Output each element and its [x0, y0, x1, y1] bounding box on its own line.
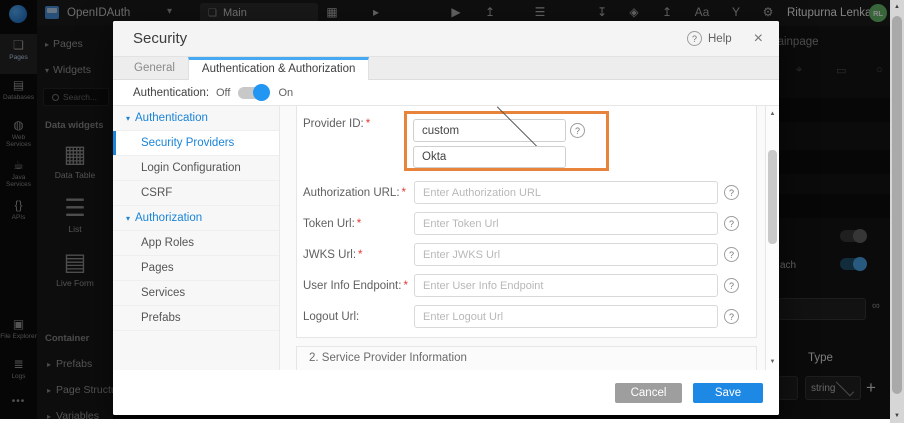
- security-nav-item[interactable]: ▾ Authentication: [113, 106, 279, 131]
- help-icon[interactable]: ?: [570, 123, 585, 138]
- scroll-down-icon[interactable]: ▼: [766, 359, 779, 365]
- chevron-down-icon: ▾: [126, 214, 130, 223]
- chevron-down-icon: ▾: [126, 114, 130, 123]
- security-nav-label: Prefabs: [141, 312, 181, 324]
- provider-id-label: Provider ID:*: [303, 118, 370, 130]
- security-nav-item[interactable]: ▾CSRF: [113, 181, 279, 206]
- security-nav-label: Login Configuration: [141, 162, 241, 174]
- url-input[interactable]: [414, 243, 718, 266]
- url-input[interactable]: [414, 305, 718, 328]
- dialog-header: Security ? Help ×: [113, 21, 779, 57]
- dialog-header-actions: ? Help ×: [687, 31, 763, 47]
- security-nav-item[interactable]: ▾Services: [113, 281, 279, 306]
- field-label: Token Url:*: [303, 218, 414, 230]
- security-nav-item[interactable]: ▾Security Providers: [113, 131, 279, 156]
- dialog-footer: Cancel Save: [113, 370, 779, 415]
- help-icon[interactable]: ?: [724, 216, 739, 231]
- toggle-knob: [253, 84, 270, 101]
- form-row: Logout Url:* ?: [297, 301, 756, 332]
- scrollbar-thumb[interactable]: [892, 16, 902, 394]
- provider-id-select[interactable]: custom: [413, 119, 566, 142]
- field-label: Authorization URL:*: [303, 187, 414, 199]
- window-scrollbar[interactable]: ▲ ▼: [890, 0, 904, 423]
- form-row: Token Url:* ?: [297, 208, 756, 239]
- field-label: Logout Url:*: [303, 311, 414, 323]
- security-nav: ▾Authentication ▾Security Providers ▾Log…: [113, 106, 280, 370]
- dialog-title: Security: [133, 30, 187, 47]
- scrollbar-thumb[interactable]: [768, 150, 777, 244]
- toggle-off-label: Off: [216, 87, 230, 99]
- dialog-tab[interactable]: Authentication & Authorization: [188, 57, 369, 80]
- authentication-toggle[interactable]: [238, 87, 268, 99]
- security-nav-label: CSRF: [141, 187, 172, 199]
- security-nav-item[interactable]: ▾App Roles: [113, 231, 279, 256]
- help-icon[interactable]: ?: [724, 278, 739, 293]
- url-input[interactable]: [414, 181, 718, 204]
- form-row: User Info Endpoint:* ?: [297, 270, 756, 301]
- dialog-body: ▾Authentication ▾Security Providers ▾Log…: [113, 105, 779, 370]
- authentication-toggle-row: Authentication: Off On: [113, 80, 779, 105]
- close-icon[interactable]: ×: [754, 31, 763, 47]
- url-fields: Authorization URL:* ? Token Url:*: [297, 177, 756, 332]
- security-dialog: Security ? Help × General Authentication…: [113, 21, 779, 415]
- scroll-up-icon[interactable]: ▲: [890, 4, 904, 10]
- form-row: JWKS Url:* ?: [297, 239, 756, 270]
- field-label-text: Token Url:: [303, 218, 355, 230]
- highlight-box: custom ?: [404, 111, 609, 171]
- field-label-text: Authorization URL:: [303, 187, 400, 199]
- security-nav-item[interactable]: ▾Login Configuration: [113, 156, 279, 181]
- url-input[interactable]: [414, 274, 718, 297]
- service-provider-section[interactable]: 2. Service Provider Information: [296, 346, 757, 370]
- field-label-text: User Info Endpoint:: [303, 280, 401, 292]
- help-icon[interactable]: ?: [724, 247, 739, 262]
- required-star: *: [366, 118, 370, 130]
- url-input[interactable]: [414, 212, 718, 235]
- form-scrollbar[interactable]: ▲ ▼: [765, 106, 779, 370]
- security-nav-item[interactable]: ▾Prefabs: [113, 306, 279, 331]
- cancel-button[interactable]: Cancel: [615, 383, 682, 403]
- scroll-down-icon[interactable]: ▼: [890, 413, 904, 419]
- app-screen: OpenIDAuth ▾ ❏ Main ▦ ▸ ▶ ↥ ☰ ↧ ◈ ↥ Aa Y…: [0, 0, 904, 423]
- field-label-text: Logout Url:: [303, 311, 359, 323]
- security-nav-label: Pages: [141, 262, 174, 274]
- help-icon[interactable]: ?: [724, 309, 739, 324]
- toggle-on-label: On: [278, 87, 293, 99]
- required-star: *: [358, 249, 362, 261]
- required-star: *: [402, 187, 406, 199]
- dialog-tabs: General Authentication & Authorization: [113, 57, 779, 80]
- form-row: Authorization URL:* ?: [297, 177, 756, 208]
- security-nav-item[interactable]: ▾Pages: [113, 256, 279, 281]
- field-label-text: JWKS Url:: [303, 249, 356, 261]
- security-nav-label: Services: [141, 287, 185, 299]
- provider-form: Provider ID:* custom ?: [280, 106, 779, 370]
- save-button[interactable]: Save: [693, 383, 763, 403]
- window-bottom-edge: [0, 419, 890, 423]
- security-nav-label: App Roles: [141, 237, 194, 249]
- scroll-up-icon[interactable]: ▲: [766, 111, 779, 117]
- required-star: *: [403, 280, 407, 292]
- authentication-label: Authentication:: [133, 87, 216, 99]
- security-nav-label: Authentication: [135, 112, 208, 124]
- help-link[interactable]: Help: [708, 33, 732, 45]
- provider-id-value: custom: [422, 125, 489, 137]
- required-star: *: [357, 218, 361, 230]
- security-nav-item[interactable]: ▾ Authorization: [113, 206, 279, 231]
- security-nav-label: Security Providers: [141, 137, 234, 149]
- help-icon[interactable]: ?: [687, 31, 702, 46]
- dialog-tab[interactable]: General: [121, 57, 188, 79]
- custom-provider-input[interactable]: [413, 146, 566, 168]
- field-label: User Info Endpoint:*: [303, 280, 414, 292]
- field-label-text: Provider ID:: [303, 118, 364, 130]
- field-label: JWKS Url:*: [303, 249, 414, 261]
- help-icon[interactable]: ?: [724, 185, 739, 200]
- security-nav-label: Authorization: [135, 212, 202, 224]
- provider-info-card: Provider ID:* custom ?: [296, 106, 757, 338]
